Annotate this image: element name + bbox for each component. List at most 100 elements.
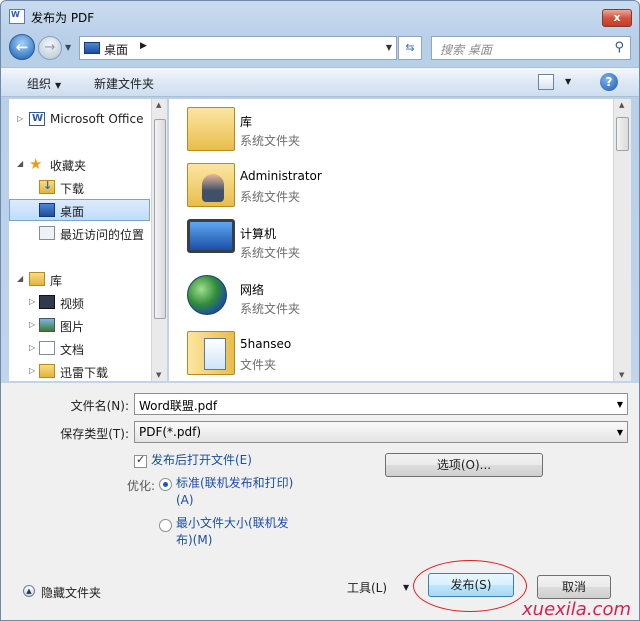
views-icon[interactable] [538,74,554,90]
sidebar-item-videos[interactable]: ▷ 视频 [9,292,151,312]
sidebar-item-label: Microsoft Office [50,112,144,126]
expand-icon[interactable]: ▷ [29,343,35,352]
sidebar-item-favorites[interactable]: ◢ ★ 收藏夹 [9,154,151,174]
organize-label: 组织 [27,77,52,91]
optimize-standard-line1: 标准(联机发布和打印) [176,476,294,490]
organize-button[interactable]: 组织 ▼ [27,75,61,92]
close-button[interactable]: x [602,9,632,27]
scroll-down-icon[interactable]: ▼ [156,371,161,379]
help-button[interactable]: ? [600,73,618,91]
breadcrumb-desktop[interactable]: 桌面 [104,41,128,58]
file-list-scrollbar[interactable]: ▲ ▼ [613,99,631,381]
folder-icon [187,331,235,375]
file-name: 5hanseo [240,337,292,351]
sidebar-item-label: 迅雷下载 [60,366,109,380]
sidebar-item-pictures[interactable]: ▷ 图片 [9,315,151,335]
window-title: 发布为 PDF [31,11,95,25]
list-item[interactable]: 计算机 系统文件夹 [169,215,609,271]
open-after-publish-label[interactable]: 发布后打开文件(E) [151,452,252,469]
sidebar-item-label: 视频 [60,297,85,311]
sidebar-item-downloads[interactable]: 下载 [9,177,151,197]
list-item[interactable]: 5hanseo 文件夹 [169,327,609,381]
sidebar-item-label: 收藏夹 [50,159,87,173]
file-name: Administrator [240,169,322,183]
star-icon: ★ [29,155,43,173]
hide-folders-label[interactable]: 隐藏文件夹 [41,584,101,601]
optimize-minimum-radio[interactable] [159,519,172,532]
options-button[interactable]: 选项(O)... [385,453,543,477]
scroll-thumb[interactable] [616,117,629,151]
expand-icon[interactable]: ▷ [17,114,23,123]
list-item[interactable]: 库 系统文件夹 [169,103,609,159]
chevron-down-icon[interactable]: ▼ [617,428,623,437]
sidebar-item-libraries[interactable]: ◢ 库 [9,269,151,289]
thunder-folder-icon [39,364,55,378]
navigation-scrollbar[interactable]: ▲ ▼ [151,99,167,381]
recent-places-icon [39,226,55,240]
back-button[interactable]: ← [9,34,35,60]
sidebar-item-label: 库 [50,274,63,288]
cancel-button[interactable]: 取消 [537,575,611,599]
collapse-icon[interactable]: ◢ [17,159,23,168]
tools-button[interactable]: 工具(L) [347,579,387,596]
sidebar-item-recent-places[interactable]: 最近访问的位置 [9,223,151,243]
savetype-value: PDF(*.pdf) [139,425,202,439]
word-icon [29,112,45,126]
chevron-down-icon[interactable]: ▼ [617,400,623,409]
savetype-select[interactable]: PDF(*.pdf) ▼ [134,421,628,443]
optimize-standard-label[interactable]: 标准(联机发布和打印) (A) [176,475,293,509]
optimize-minimum-label[interactable]: 最小文件大小(联机发 布)(M) [176,515,289,549]
address-dropdown-icon[interactable]: ▼ [386,43,392,52]
file-type: 系统文件夹 [240,246,301,260]
document-library-icon [39,341,55,355]
list-item[interactable]: Administrator 系统文件夹 [169,159,609,215]
open-after-publish-checkbox[interactable] [134,453,147,468]
chevron-down-icon: ▼ [55,81,62,90]
hide-folders-icon[interactable]: ▲ [23,585,35,597]
sidebar-item-desktop[interactable]: 桌面 [9,199,150,221]
optimize-standard-line2: (A) [176,493,194,507]
sidebar-item-label: 文档 [60,343,85,357]
scroll-up-icon[interactable]: ▲ [619,101,624,109]
scroll-thumb[interactable] [154,119,166,319]
tools-dropdown-icon[interactable]: ▼ [403,583,409,592]
desktop-icon [39,203,55,217]
forward-button[interactable]: → [38,36,62,60]
history-dropdown-icon[interactable]: ▼ [65,43,71,52]
search-icon[interactable]: ⚲ [614,40,624,55]
computer-icon [187,219,235,253]
breadcrumb-arrow-icon[interactable]: ▶ [140,41,147,51]
address-bar[interactable]: 桌面 ▶ ▼ [79,36,397,60]
file-name: 网络 [240,283,265,297]
collapse-icon[interactable]: ◢ [17,274,23,283]
expand-icon[interactable]: ▷ [29,366,35,375]
expand-icon[interactable]: ▷ [29,320,35,329]
scroll-down-icon[interactable]: ▼ [619,371,624,379]
new-folder-button[interactable]: 新建文件夹 [94,75,154,92]
expand-icon[interactable]: ▷ [29,297,35,306]
search-input[interactable]: 搜索 桌面 ⚲ [431,36,631,60]
navigation-pane: ▷ Microsoft Office ◢ ★ 收藏夹 下载 桌面 最近访问的位置… [9,99,151,381]
sidebar-item-label: 图片 [60,320,85,334]
filename-value: Word联盟.pdf [139,399,218,413]
list-item[interactable]: 网络 系统文件夹 [169,271,609,327]
optimize-minimum-line2: 布)(M) [176,533,213,547]
navigation-bar: ← → ▼ 桌面 ▶ ▼ ⇆ 搜索 桌面 ⚲ [1,31,639,65]
user-folder-icon [187,163,235,207]
optimize-minimum-line1: 最小文件大小(联机发 [176,516,289,530]
refresh-button[interactable]: ⇆ [398,36,422,60]
optimize-standard-radio[interactable] [159,478,172,491]
file-type: 系统文件夹 [240,190,301,204]
savetype-label: 保存类型(T): [60,427,129,441]
toolbar: 组织 ▼ 新建文件夹 ▼ ? [1,67,639,97]
filename-field[interactable]: Word联盟.pdf ▼ [134,393,628,415]
views-dropdown-icon[interactable]: ▼ [565,77,571,86]
sidebar-item-documents[interactable]: ▷ 文档 [9,338,151,358]
network-icon [187,275,227,315]
filename-label: 文件名(N): [70,399,129,413]
scroll-up-icon[interactable]: ▲ [156,101,161,109]
download-folder-icon [39,179,55,194]
watermark: xuexila.com [522,599,631,620]
sidebar-item-microsoft-office[interactable]: ▷ Microsoft Office [9,109,151,129]
sidebar-item-thunder-downloads[interactable]: ▷ 迅雷下载 [9,361,151,381]
